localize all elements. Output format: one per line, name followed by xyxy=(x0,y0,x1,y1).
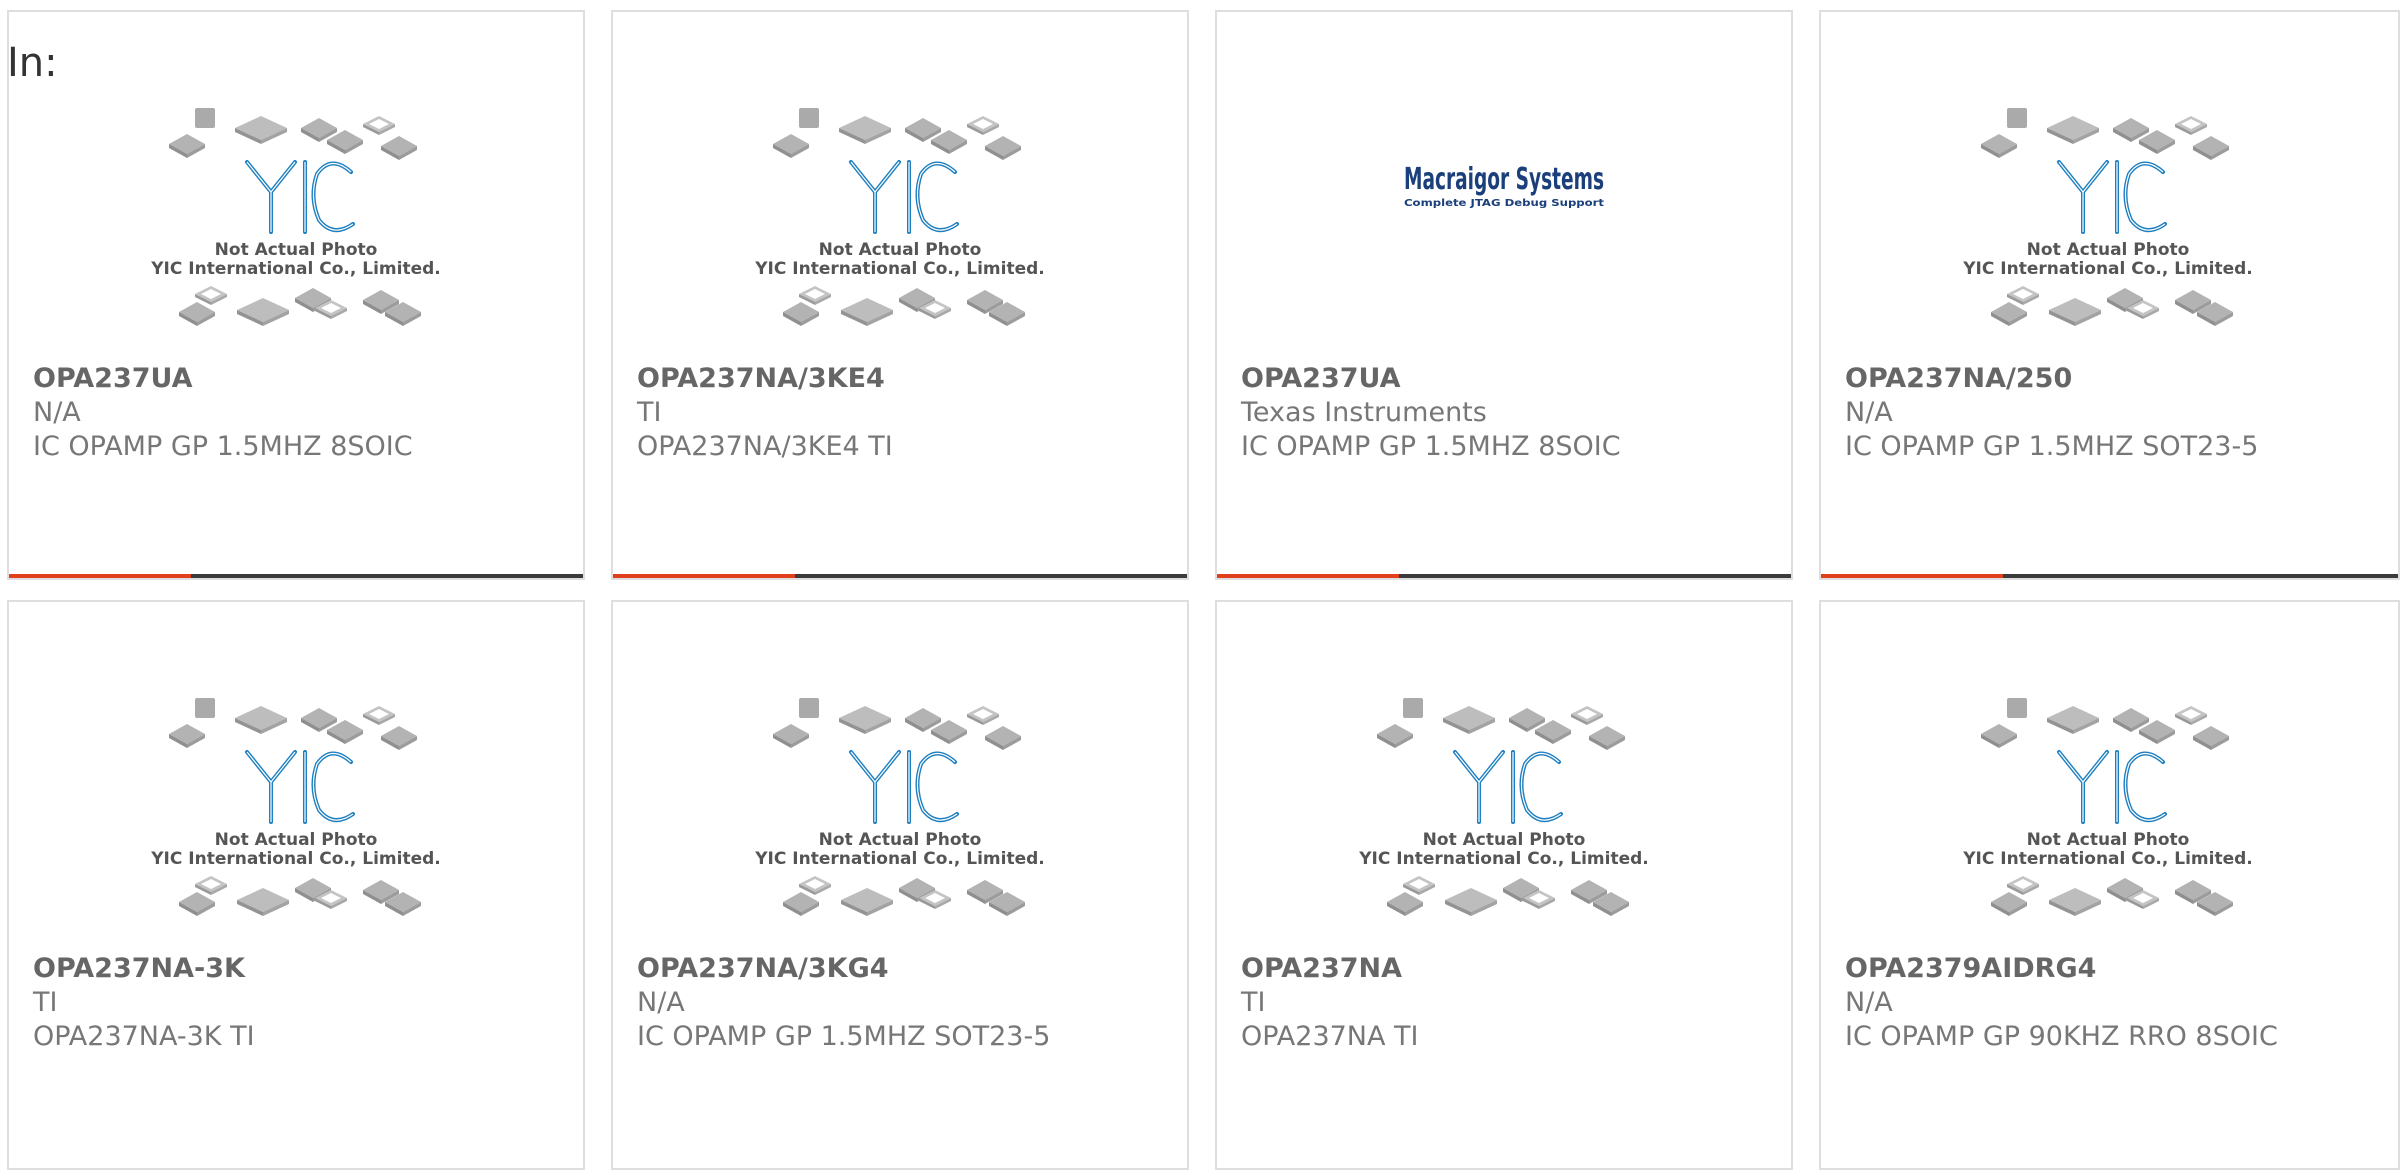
yic-placeholder-image: Not Actual Photo YIC International Co., … xyxy=(150,692,441,942)
yic-placeholder-image: Not Actual Photo YIC International Co., … xyxy=(150,102,441,352)
product-image[interactable]: Not Actual Photo YIC International Co., … xyxy=(9,692,583,942)
product-card[interactable]: Not Actual Photo YIC International Co., … xyxy=(7,10,585,580)
yic-placeholder-image: Not Actual Photo YIC International Co., … xyxy=(1358,692,1649,942)
macraigor-name: Macraigor Systems xyxy=(1404,162,1604,197)
manufacturer: TI xyxy=(637,397,662,428)
product-image[interactable]: Macraigor Systems Complete JTAG Debug Su… xyxy=(1217,102,1791,352)
placeholder-caption-2: YIC International Co., Limited. xyxy=(1358,849,1649,869)
placeholder-caption-1: Not Actual Photo xyxy=(2027,830,2190,850)
product-card[interactable]: Macraigor Systems Complete JTAG Debug Su… xyxy=(1215,10,1793,580)
placeholder-caption-2: YIC International Co., Limited. xyxy=(1962,259,2253,279)
product-image[interactable]: Not Actual Photo YIC International Co., … xyxy=(1217,692,1791,942)
placeholder-caption-1: Not Actual Photo xyxy=(2027,240,2190,260)
placeholder-caption-1: Not Actual Photo xyxy=(215,240,378,260)
part-number[interactable]: OPA237UA xyxy=(1241,362,1771,396)
card-accent-bar xyxy=(1821,574,2003,578)
product-image[interactable]: Not Actual Photo YIC International Co., … xyxy=(1821,692,2395,942)
description: IC OPAMP GP 90KHZ RRO 8SOIC xyxy=(1845,1021,2278,1052)
yic-placeholder-image: Not Actual Photo YIC International Co., … xyxy=(754,692,1045,942)
product-card[interactable]: Not Actual Photo YIC International Co., … xyxy=(1215,600,1793,1170)
placeholder-caption-2: YIC International Co., Limited. xyxy=(1962,849,2253,869)
card-bottom-bar xyxy=(613,574,1187,578)
placeholder-caption-1: Not Actual Photo xyxy=(819,240,982,260)
yic-placeholder-image: Not Actual Photo YIC International Co., … xyxy=(754,102,1045,352)
product-card[interactable]: Not Actual Photo YIC International Co., … xyxy=(611,10,1189,580)
placeholder-caption-1: Not Actual Photo xyxy=(215,830,378,850)
placeholder-caption-1: Not Actual Photo xyxy=(819,830,982,850)
part-number[interactable]: OPA237NA/250 xyxy=(1845,362,2378,396)
macraigor-logo: Macraigor Systems Complete JTAG Debug Su… xyxy=(1404,162,1604,209)
placeholder-caption-2: YIC International Co., Limited. xyxy=(754,849,1045,869)
description: OPA237NA-3K TI xyxy=(33,1021,255,1052)
placeholder-caption-2: YIC International Co., Limited. xyxy=(150,259,441,279)
card-accent-bar xyxy=(613,574,795,578)
manufacturer: TI xyxy=(33,987,58,1018)
manufacturer: N/A xyxy=(637,987,685,1018)
description: IC OPAMP GP 1.5MHZ SOT23-5 xyxy=(637,1021,1051,1052)
description: OPA237NA/3KE4 TI xyxy=(637,431,893,462)
product-image[interactable]: Not Actual Photo YIC International Co., … xyxy=(9,102,583,352)
card-bottom-bar xyxy=(9,574,583,578)
product-card[interactable]: Not Actual Photo YIC International Co., … xyxy=(1819,600,2400,1170)
product-image[interactable]: Not Actual Photo YIC International Co., … xyxy=(613,692,1187,942)
part-number[interactable]: OPA2379AIDRG4 xyxy=(1845,952,2378,986)
description: IC OPAMP GP 1.5MHZ SOT23-5 xyxy=(1845,431,2259,462)
description: IC OPAMP GP 1.5MHZ 8SOIC xyxy=(33,431,413,462)
card-bottom-bar xyxy=(1821,574,2398,578)
product-image[interactable]: Not Actual Photo YIC International Co., … xyxy=(613,102,1187,352)
yic-placeholder-image: Not Actual Photo YIC International Co., … xyxy=(1962,102,2253,352)
in-label: In: xyxy=(7,40,58,86)
part-number[interactable]: OPA237NA/3KG4 xyxy=(637,952,1167,986)
placeholder-caption-2: YIC International Co., Limited. xyxy=(150,849,441,869)
part-number[interactable]: OPA237NA/3KE4 xyxy=(637,362,1167,396)
description: OPA237NA TI xyxy=(1241,1021,1419,1052)
card-bottom-bar xyxy=(1217,574,1791,578)
product-card[interactable]: Not Actual Photo YIC International Co., … xyxy=(611,600,1189,1170)
manufacturer: N/A xyxy=(1845,987,1893,1018)
product-grid: Not Actual Photo YIC International Co., … xyxy=(0,0,2400,1170)
part-number[interactable]: OPA237UA xyxy=(33,362,563,396)
part-number[interactable]: OPA237NA xyxy=(1241,952,1771,986)
macraigor-tagline: Complete JTAG Debug Support xyxy=(1404,198,1604,209)
card-accent-bar xyxy=(1217,574,1399,578)
manufacturer: Texas Instruments xyxy=(1241,397,1487,428)
card-accent-bar xyxy=(9,574,191,578)
product-card[interactable]: Not Actual Photo YIC International Co., … xyxy=(1819,10,2400,580)
placeholder-caption-2: YIC International Co., Limited. xyxy=(754,259,1045,279)
placeholder-caption-1: Not Actual Photo xyxy=(1423,830,1586,850)
manufacturer: TI xyxy=(1241,987,1266,1018)
yic-placeholder-image: Not Actual Photo YIC International Co., … xyxy=(1962,692,2253,942)
manufacturer: N/A xyxy=(1845,397,1893,428)
description: IC OPAMP GP 1.5MHZ 8SOIC xyxy=(1241,431,1621,462)
product-card[interactable]: Not Actual Photo YIC International Co., … xyxy=(7,600,585,1170)
product-image[interactable]: Not Actual Photo YIC International Co., … xyxy=(1821,102,2395,352)
part-number[interactable]: OPA237NA-3K xyxy=(33,952,563,986)
manufacturer: N/A xyxy=(33,397,81,428)
